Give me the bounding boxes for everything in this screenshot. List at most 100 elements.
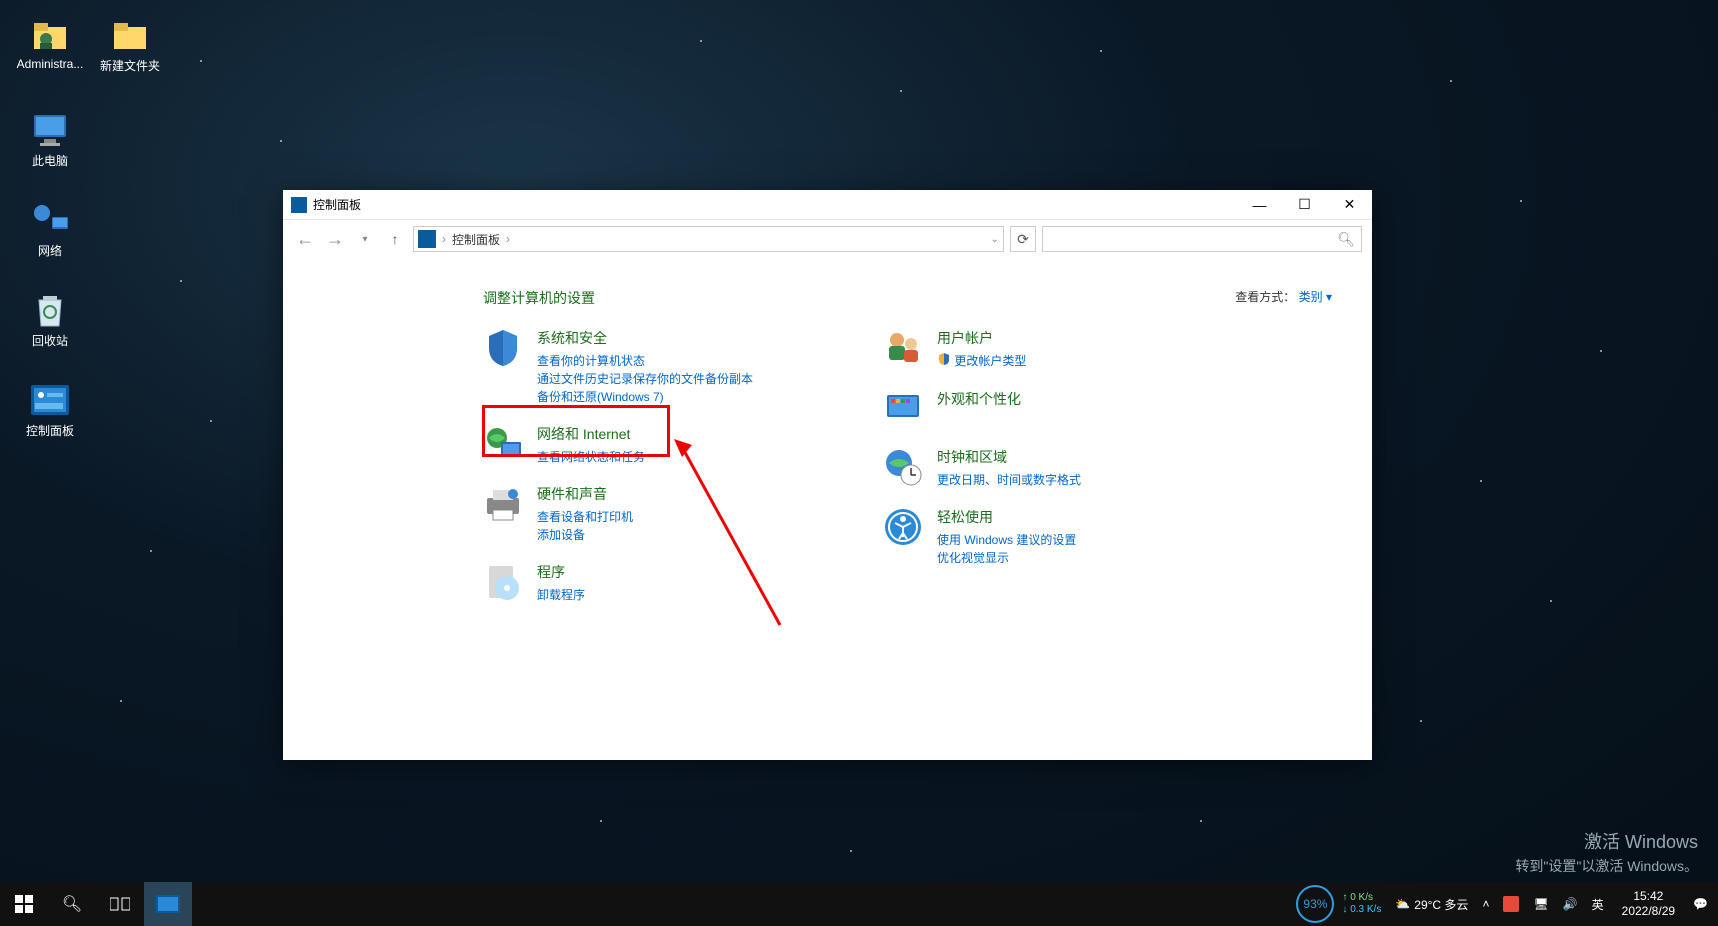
folder-icon bbox=[95, 15, 165, 55]
category-link[interactable]: 添加设备 bbox=[537, 526, 823, 544]
category-title[interactable]: 时钟和区域 bbox=[937, 447, 1223, 467]
desktop-icon-control-panel[interactable]: 控制面板 bbox=[15, 380, 85, 439]
category-link[interactable]: 优化视觉显示 bbox=[937, 549, 1223, 567]
category-programs: 程序 卸载程序 bbox=[483, 562, 823, 604]
control-panel-icon bbox=[15, 380, 85, 420]
network-icon bbox=[15, 200, 85, 240]
view-by-dropdown[interactable]: 类别 ▾ bbox=[1299, 290, 1332, 304]
category-link[interactable]: 查看设备和打印机 bbox=[537, 508, 823, 526]
forward-button[interactable]: → bbox=[323, 227, 347, 251]
printer-icon bbox=[483, 484, 523, 524]
close-button[interactable]: ✕ bbox=[1327, 190, 1372, 220]
tray-icon[interactable] bbox=[1497, 882, 1525, 926]
pc-icon bbox=[15, 110, 85, 150]
icon-label: 网络 bbox=[38, 244, 62, 258]
category-title[interactable]: 外观和个性化 bbox=[937, 389, 1223, 409]
taskbar-app-control-panel[interactable] bbox=[144, 882, 192, 926]
weather-widget[interactable]: ⛅ 29°C 多云 bbox=[1389, 882, 1474, 926]
chevron-right-icon: › bbox=[442, 232, 446, 246]
address-text: 控制面板 bbox=[452, 231, 500, 248]
weather-icon: ⛅ bbox=[1395, 897, 1410, 911]
window-title: 控制面板 bbox=[313, 196, 361, 213]
monitor-palette-icon bbox=[883, 389, 923, 429]
taskbar: 🔍︎ 93% ↑ 0 K/s ↓ 0.3 K/s ⛅ 29°C 多云 ˄ 🖥 🔊… bbox=[0, 882, 1718, 926]
control-panel-window: 控制面板 — ☐ ✕ ← → ▾ ↑ › 控制面板 › ⌄ ⟳ 🔍︎ 调整计算机… bbox=[283, 190, 1372, 760]
category-link[interactable]: 卸载程序 bbox=[537, 586, 823, 604]
minimize-button[interactable]: — bbox=[1237, 190, 1282, 220]
activation-watermark: 激活 Windows 转到"设置"以激活 Windows。 bbox=[1515, 828, 1698, 876]
back-button[interactable]: ← bbox=[293, 227, 317, 251]
clock[interactable]: 15:42 2022/8/29 bbox=[1612, 889, 1685, 919]
page-heading: 调整计算机的设置 bbox=[483, 288, 1332, 308]
category-link[interactable]: 使用 Windows 建议的设置 bbox=[937, 531, 1223, 549]
category-link[interactable]: 更改帐户类型 bbox=[937, 352, 1223, 371]
network-speed[interactable]: ↑ 0 K/s ↓ 0.3 K/s bbox=[1336, 892, 1387, 916]
category-user-accounts: 用户帐户 更改帐户类型 bbox=[883, 328, 1223, 371]
category-title[interactable]: 网络和 Internet bbox=[537, 424, 823, 444]
left-column: 系统和安全 查看你的计算机状态 通过文件历史记录保存你的文件备份副本 备份和还原… bbox=[483, 328, 823, 622]
view-by-label: 查看方式： bbox=[1235, 290, 1295, 304]
refresh-button[interactable]: ⟳ bbox=[1010, 226, 1036, 252]
task-view-button[interactable] bbox=[96, 882, 144, 926]
address-dropdown-icon[interactable]: ⌄ bbox=[991, 234, 999, 245]
icon-label: 新建文件夹 bbox=[100, 59, 160, 73]
ime-indicator[interactable]: 英 bbox=[1586, 882, 1610, 926]
action-center-button[interactable]: 💬 bbox=[1687, 882, 1714, 926]
icon-label: 回收站 bbox=[32, 334, 68, 348]
desktop-icon-network[interactable]: 网络 bbox=[15, 200, 85, 259]
category-hardware-sound: 硬件和声音 查看设备和打印机 添加设备 bbox=[483, 484, 823, 544]
category-title[interactable]: 轻松使用 bbox=[937, 507, 1223, 527]
search-icon: 🔍︎ bbox=[1337, 231, 1355, 248]
control-panel-icon bbox=[418, 230, 436, 248]
desktop-icon-new-folder[interactable]: 新建文件夹 bbox=[95, 15, 165, 74]
globe-monitor-icon bbox=[483, 424, 523, 464]
start-button[interactable] bbox=[0, 882, 48, 926]
icon-label: 控制面板 bbox=[26, 424, 74, 438]
shield-icon bbox=[483, 328, 523, 368]
category-link[interactable]: 通过文件历史记录保存你的文件备份副本 bbox=[537, 370, 823, 388]
category-system-security: 系统和安全 查看你的计算机状态 通过文件历史记录保存你的文件备份副本 备份和还原… bbox=[483, 328, 823, 406]
desktop-icon-recycle-bin[interactable]: 回收站 bbox=[15, 290, 85, 349]
category-link[interactable]: 查看网络状态和任务 bbox=[537, 448, 823, 466]
icon-label: 此电脑 bbox=[32, 154, 68, 168]
clock-globe-icon bbox=[883, 447, 923, 487]
titlebar[interactable]: 控制面板 — ☐ ✕ bbox=[283, 190, 1372, 220]
category-appearance: 外观和个性化 bbox=[883, 389, 1223, 429]
category-link[interactable]: 更改日期、时间或数字格式 bbox=[937, 471, 1223, 489]
category-link[interactable]: 查看你的计算机状态 bbox=[537, 352, 823, 370]
navbar: ← → ▾ ↑ › 控制面板 › ⌄ ⟳ 🔍︎ bbox=[283, 220, 1372, 258]
volume-tray-icon[interactable]: 🔊 bbox=[1557, 882, 1584, 926]
category-title[interactable]: 系统和安全 bbox=[537, 328, 823, 348]
icon-label: Administra... bbox=[17, 57, 84, 71]
maximize-button[interactable]: ☐ bbox=[1282, 190, 1327, 220]
disc-box-icon bbox=[483, 562, 523, 602]
category-title[interactable]: 程序 bbox=[537, 562, 823, 582]
chevron-right-icon: › bbox=[506, 232, 510, 246]
desktop-icon-administrator[interactable]: Administra... bbox=[15, 15, 85, 71]
tray-overflow-button[interactable]: ˄ bbox=[1476, 882, 1495, 926]
category-title[interactable]: 硬件和声音 bbox=[537, 484, 823, 504]
category-title[interactable]: 用户帐户 bbox=[937, 328, 1223, 348]
desktop-icon-this-pc[interactable]: 此电脑 bbox=[15, 110, 85, 169]
weather-text: 29°C 多云 bbox=[1414, 896, 1468, 913]
address-bar[interactable]: › 控制面板 › ⌄ bbox=[413, 226, 1004, 252]
right-column: 用户帐户 更改帐户类型 外观和个性化 时钟和区域 更改日期、时 bbox=[883, 328, 1223, 622]
watermark-subtitle: 转到"设置"以激活 Windows。 bbox=[1515, 856, 1698, 876]
category-clock-region: 时钟和区域 更改日期、时间或数字格式 bbox=[883, 447, 1223, 489]
network-gauge[interactable]: 93% bbox=[1296, 885, 1334, 923]
category-link[interactable]: 备份和还原(Windows 7) bbox=[537, 388, 823, 406]
category-ease-of-access: 轻松使用 使用 Windows 建议的设置 优化视觉显示 bbox=[883, 507, 1223, 567]
search-button[interactable]: 🔍︎ bbox=[48, 882, 96, 926]
category-network-internet: 网络和 Internet 查看网络状态和任务 bbox=[483, 424, 823, 466]
ease-of-access-icon bbox=[883, 507, 923, 547]
up-button[interactable]: ↑ bbox=[383, 227, 407, 251]
system-tray: 93% ↑ 0 K/s ↓ 0.3 K/s ⛅ 29°C 多云 ˄ 🖥 🔊 英 … bbox=[1296, 882, 1718, 926]
user-folder-icon bbox=[15, 15, 85, 55]
search-input[interactable]: 🔍︎ bbox=[1042, 226, 1362, 252]
history-dropdown[interactable]: ▾ bbox=[353, 227, 377, 251]
users-icon bbox=[883, 328, 923, 368]
network-tray-icon[interactable]: 🖥 bbox=[1527, 882, 1554, 926]
recycle-bin-icon bbox=[15, 290, 85, 330]
clock-time: 15:42 bbox=[1622, 889, 1675, 904]
watermark-title: 激活 Windows bbox=[1515, 828, 1698, 854]
